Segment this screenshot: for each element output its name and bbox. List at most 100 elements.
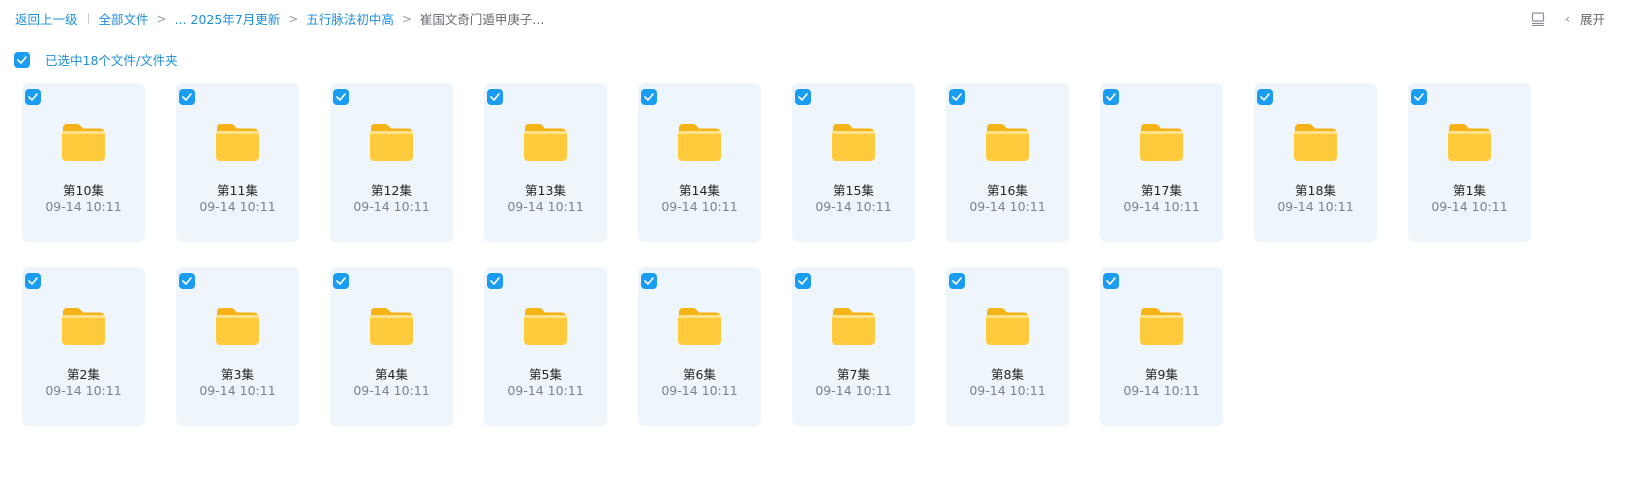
folder-name: 第12集 [371, 183, 412, 198]
folder-modified-time: 09-14 10:11 [45, 383, 122, 398]
folder-checkbox[interactable] [1257, 89, 1273, 105]
breadcrumb-item-root[interactable]: 全部文件 [99, 9, 149, 28]
toolbar-right: ‹ 展开 [1531, 9, 1605, 28]
select-all-checkbox[interactable] [14, 51, 30, 68]
check-icon [182, 277, 192, 285]
check-icon [1414, 93, 1424, 101]
folder-checkbox[interactable] [333, 89, 349, 105]
folder-card[interactable]: 第7集 09-14 10:11 [792, 267, 915, 426]
folder-checkbox[interactable] [487, 89, 503, 105]
breadcrumb: 返回上一级 全部文件 > ... 2025年7月更新 > 五行脉法初中高 > 崔… [15, 9, 544, 28]
folder-icon [1139, 122, 1184, 162]
folder-card[interactable]: 第13集 09-14 10:11 [484, 83, 607, 242]
folder-name: 第1集 [1453, 183, 1486, 198]
folder-modified-time: 09-14 10:11 [199, 199, 276, 214]
expand-button[interactable]: ‹ 展开 [1565, 9, 1605, 28]
breadcrumb-item-level2[interactable]: 五行脉法初中高 [306, 9, 394, 28]
folder-card[interactable]: 第6集 09-14 10:11 [638, 267, 761, 426]
folder-checkbox[interactable] [1103, 89, 1119, 105]
folder-card[interactable]: 第11集 09-14 10:11 [176, 83, 299, 242]
folder-icon [523, 306, 568, 346]
folder-card[interactable]: 第17集 09-14 10:11 [1100, 83, 1223, 242]
breadcrumb-separator: > [156, 11, 167, 26]
folder-modified-time: 09-14 10:11 [199, 383, 276, 398]
folder-name: 第10集 [63, 183, 104, 198]
folder-modified-time: 09-14 10:11 [45, 199, 122, 214]
check-icon [644, 93, 654, 101]
folder-checkbox[interactable] [949, 89, 965, 105]
folder-checkbox[interactable] [179, 89, 195, 105]
check-icon [644, 277, 654, 285]
folder-name: 第11集 [217, 183, 258, 198]
folder-name: 第3集 [221, 367, 254, 382]
folder-card[interactable]: 第1集 09-14 10:11 [1408, 83, 1531, 242]
folder-modified-time: 09-14 10:11 [507, 199, 584, 214]
folder-modified-time: 09-14 10:11 [1123, 383, 1200, 398]
folder-modified-time: 09-14 10:11 [661, 199, 738, 214]
check-icon [28, 277, 38, 285]
folder-checkbox[interactable] [1411, 89, 1427, 105]
check-icon [1106, 93, 1116, 101]
folder-checkbox[interactable] [333, 273, 349, 289]
folder-name: 第16集 [987, 183, 1028, 198]
folder-checkbox[interactable] [795, 273, 811, 289]
folder-card[interactable]: 第16集 09-14 10:11 [946, 83, 1069, 242]
folder-checkbox[interactable] [641, 89, 657, 105]
folder-checkbox[interactable] [25, 273, 41, 289]
folder-card[interactable]: 第5集 09-14 10:11 [484, 267, 607, 426]
check-icon [336, 93, 346, 101]
check-icon [1260, 93, 1270, 101]
folder-modified-time: 09-14 10:11 [815, 199, 892, 214]
folder-card[interactable]: 第4集 09-14 10:11 [330, 267, 453, 426]
folder-card[interactable]: 第12集 09-14 10:11 [330, 83, 453, 242]
check-icon [17, 55, 27, 64]
folder-name: 第2集 [67, 367, 100, 382]
check-icon [952, 93, 962, 101]
folder-modified-time: 09-14 10:11 [353, 199, 430, 214]
chevron-left-icon: ‹ [1564, 11, 1570, 26]
folder-modified-time: 09-14 10:11 [815, 383, 892, 398]
breadcrumb-current: 崔国文奇门遁甲庚子... [419, 12, 545, 27]
folder-icon [369, 122, 414, 162]
back-link[interactable]: 返回上一级 [15, 9, 78, 28]
folder-icon [985, 306, 1030, 346]
folder-card[interactable]: 第2集 09-14 10:11 [22, 267, 145, 426]
folder-card[interactable]: 第10集 09-14 10:11 [22, 83, 145, 242]
check-icon [182, 93, 192, 101]
folder-icon [831, 122, 876, 162]
folder-checkbox[interactable] [487, 273, 503, 289]
folder-modified-time: 09-14 10:11 [353, 383, 430, 398]
folder-card[interactable]: 第14集 09-14 10:11 [638, 83, 761, 242]
breadcrumb-item-level1[interactable]: ... 2025年7月更新 [175, 9, 281, 28]
folder-checkbox[interactable] [641, 273, 657, 289]
select-all-bar: 已选中18个文件/文件夹 [14, 50, 178, 69]
folder-icon [985, 122, 1030, 162]
folder-card[interactable]: 第9集 09-14 10:11 [1100, 267, 1223, 426]
folder-modified-time: 09-14 10:11 [507, 383, 584, 398]
folder-checkbox[interactable] [795, 89, 811, 105]
folder-checkbox[interactable] [25, 89, 41, 105]
folder-card[interactable]: 第3集 09-14 10:11 [176, 267, 299, 426]
folder-icon [61, 122, 106, 162]
folder-card[interactable]: 第8集 09-14 10:11 [946, 267, 1069, 426]
folder-name: 第7集 [837, 367, 870, 382]
breadcrumb-divider [87, 13, 89, 24]
folder-checkbox[interactable] [949, 273, 965, 289]
folder-checkbox[interactable] [179, 273, 195, 289]
folder-card[interactable]: 第18集 09-14 10:11 [1254, 83, 1377, 242]
check-icon [336, 277, 346, 285]
folder-icon [1293, 122, 1338, 162]
check-icon [952, 277, 962, 285]
folder-name: 第6集 [683, 367, 716, 382]
folder-modified-time: 09-14 10:11 [969, 383, 1046, 398]
folder-icon [215, 306, 260, 346]
folder-name: 第4集 [375, 367, 408, 382]
folder-checkbox[interactable] [1103, 273, 1119, 289]
folder-name: 第17集 [1141, 183, 1182, 198]
folder-icon [1139, 306, 1184, 346]
check-icon [490, 93, 500, 101]
check-icon [28, 93, 38, 101]
layout-icon[interactable] [1531, 11, 1545, 26]
expand-label: 展开 [1579, 12, 1605, 27]
folder-card[interactable]: 第15集 09-14 10:11 [792, 83, 915, 242]
